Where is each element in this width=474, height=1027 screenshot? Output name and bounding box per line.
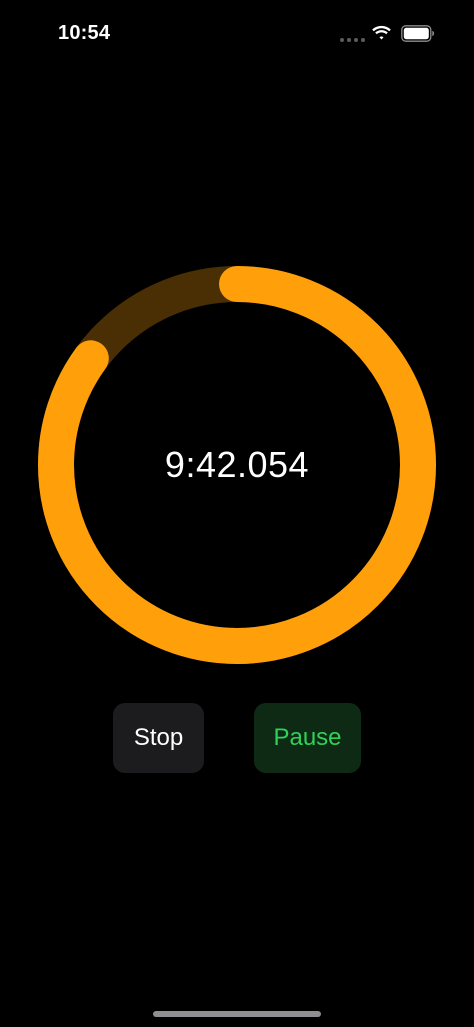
home-indicator[interactable] — [153, 1011, 321, 1017]
pause-button[interactable]: Pause — [254, 703, 361, 773]
status-bar: 10:54 — [0, 0, 474, 70]
battery-icon — [401, 25, 435, 42]
status-time: 10:54 — [58, 22, 111, 44]
timer-display: 9:42.054 — [164, 444, 310, 485]
stop-button[interactable]: Stop — [113, 703, 204, 773]
cellular-dots-icon — [340, 38, 365, 42]
wifi-icon — [372, 25, 391, 40]
